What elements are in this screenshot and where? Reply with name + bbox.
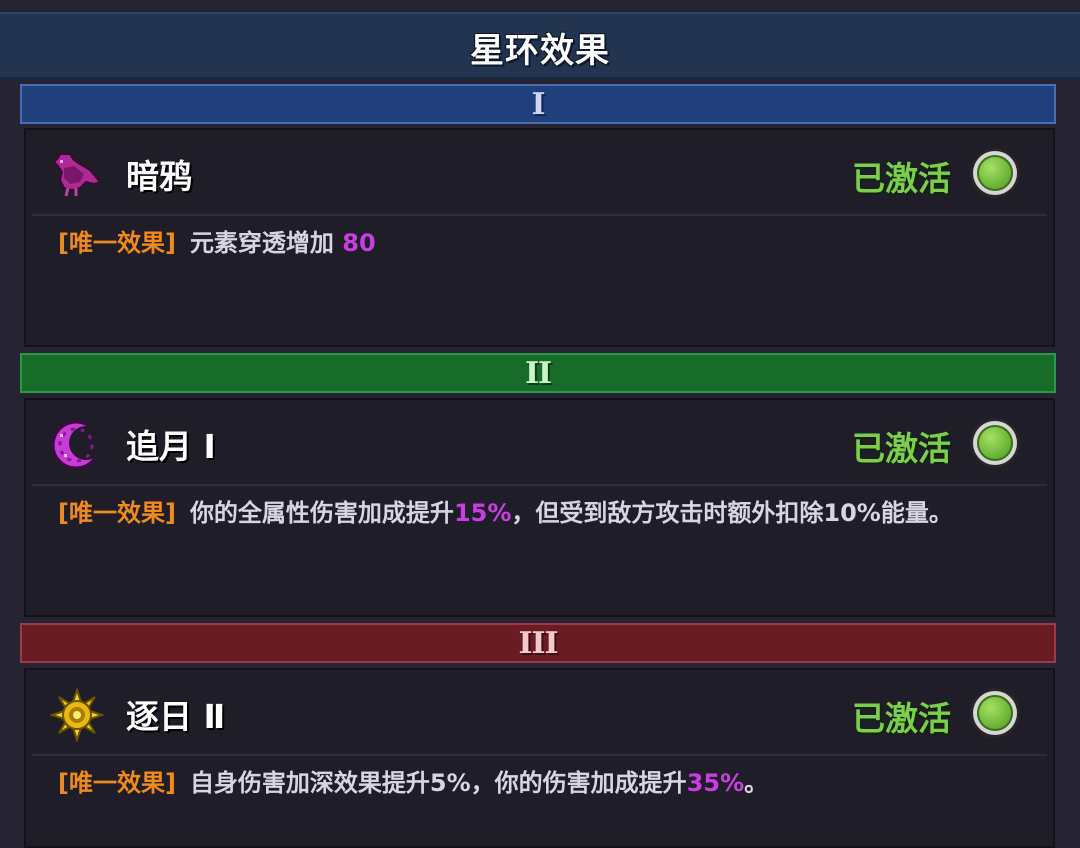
desc-text: 你的全属性伤害加成提升 — [189, 499, 454, 527]
tier-header-3: III — [20, 623, 1056, 663]
tier-header-1: I — [20, 84, 1056, 124]
desc-text-2: 。 — [744, 769, 769, 797]
effect-name: 逐日 Ⅱ — [126, 697, 226, 736]
effect-name: 追月 Ⅰ — [126, 427, 216, 466]
crow-icon — [52, 153, 102, 197]
tier-numeral: I — [531, 86, 545, 122]
active-orb-icon — [973, 421, 1017, 465]
desc-text: 自身伤害加深效果提升5%，你的伤害加成提升 — [189, 769, 687, 797]
status-label: 已激活 — [852, 429, 951, 468]
unique-effect-tag: [唯一效果] — [58, 769, 176, 797]
desc-text-2: ，但受到敌方攻击时额外扣除10%能量。 — [511, 499, 953, 527]
effect-description: [唯一效果] 元素穿透增加 80 — [58, 224, 1023, 262]
status-label: 已激活 — [852, 699, 951, 738]
desc-value: 80 — [333, 229, 376, 257]
active-orb-icon — [973, 691, 1017, 735]
effect-card-header: 暗鸦 已激活 — [32, 130, 1047, 216]
unique-effect-tag: [唯一效果] — [58, 229, 176, 257]
panel-title: 星环效果 — [470, 30, 610, 71]
sun-icon — [50, 688, 104, 742]
active-orb-icon — [973, 151, 1017, 195]
desc-value: 15% — [453, 499, 512, 527]
status-label: 已激活 — [852, 159, 951, 198]
effect-card-moon[interactable]: 追月 Ⅰ 已激活 [唯一效果] 你的全属性伤害加成提升15%，但受到敌方攻击时额外… — [24, 398, 1055, 617]
tier-numeral: III — [518, 625, 558, 661]
effect-card-header: 逐日 Ⅱ 已激活 — [32, 670, 1047, 756]
panel-header: 星环效果 — [0, 12, 1080, 80]
desc-text: 元素穿透增加 — [189, 229, 334, 257]
effect-description: [唯一效果] 你的全属性伤害加成提升15%，但受到敌方攻击时额外扣除10%能量。 — [58, 494, 1023, 532]
effect-description: [唯一效果] 自身伤害加深效果提升5%，你的伤害加成提升35%。 — [58, 764, 1023, 802]
unique-effect-tag: [唯一效果] — [58, 499, 176, 527]
desc-value: 35% — [686, 769, 745, 797]
effect-card-header: 追月 Ⅰ 已激活 — [32, 400, 1047, 486]
tier-header-2: II — [20, 353, 1056, 393]
effect-card-sun[interactable]: 逐日 Ⅱ 已激活 [唯一效果] 自身伤害加深效果提升5%，你的伤害加成提升35%。 — [24, 668, 1055, 848]
effect-card-crow[interactable]: 暗鸦 已激活 [唯一效果] 元素穿透增加 80 — [24, 128, 1055, 347]
crescent-moon-icon — [51, 420, 103, 470]
effect-name: 暗鸦 — [126, 157, 192, 196]
tier-numeral: II — [524, 355, 552, 391]
